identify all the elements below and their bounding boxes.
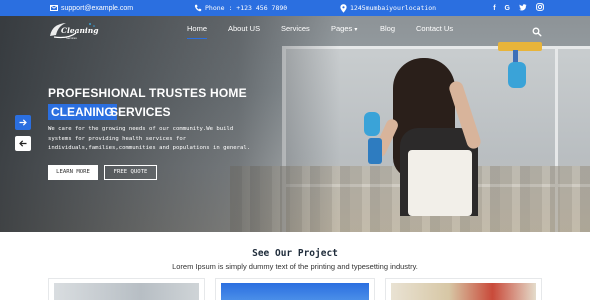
hero-description-line: individuals,families,communities and pop… — [48, 145, 251, 151]
arrow-left-icon — [19, 140, 27, 147]
nav-blog[interactable]: Blog — [380, 16, 395, 42]
hero-description-line: systems for providing health services fo… — [48, 135, 187, 142]
phone-contact[interactable]: Phone : +123 456 7890 — [194, 0, 287, 16]
nav-about[interactable]: About US — [228, 16, 260, 42]
slider-prev-button[interactable] — [15, 136, 31, 151]
svg-text:Services: Services — [66, 36, 77, 40]
svg-text:Cleaning: Cleaning — [61, 26, 98, 35]
squeegee — [498, 42, 542, 51]
hero-headline-rest: SERVICES — [110, 105, 171, 119]
email-text: support@example.com — [61, 4, 134, 12]
project-image — [54, 283, 199, 300]
social-links: f G — [493, 0, 544, 16]
instagram-icon[interactable] — [536, 3, 544, 13]
envelope-icon — [50, 5, 58, 11]
email-contact[interactable]: support@example.com — [50, 0, 133, 16]
nav-contact[interactable]: Contact Us — [416, 16, 453, 42]
phone-icon — [194, 4, 202, 12]
project-card[interactable] — [215, 278, 375, 300]
hero-overlay — [0, 16, 340, 232]
nav-home[interactable]: Home — [187, 16, 208, 42]
twitter-icon[interactable] — [519, 3, 527, 13]
nav-pages-label: Pages — [331, 24, 353, 33]
project-card[interactable] — [48, 278, 205, 300]
spray-bottle — [368, 138, 382, 164]
project-image — [221, 283, 369, 300]
facebook-icon[interactable]: f — [493, 5, 495, 12]
arrow-right-icon — [19, 119, 27, 126]
top-info-bar: support@example.com Phone : +123 456 789… — [0, 0, 590, 16]
section-subtitle: Lorem Ipsum is simply dummy text of the … — [172, 262, 418, 271]
slider-next-button[interactable] — [15, 115, 31, 130]
glove — [508, 62, 526, 88]
location-contact[interactable]: 1245mumbaiyourlocation — [340, 0, 436, 16]
project-image — [391, 283, 536, 300]
nav-pages[interactable]: Pages ▾ — [331, 16, 357, 42]
brand-logo[interactable]: Cleaning Services — [46, 20, 104, 42]
location-pin-icon — [340, 3, 347, 13]
cleaner-apron — [408, 150, 472, 216]
chevron-down-icon: ▾ — [354, 27, 358, 33]
google-icon[interactable]: G — [505, 5, 510, 12]
hero-banner — [0, 16, 590, 232]
learn-more-button[interactable]: LEARN MORE — [48, 165, 98, 180]
location-text: 1245mumbaiyourlocation — [350, 4, 437, 12]
nav-services[interactable]: Services — [281, 16, 310, 42]
free-quote-button[interactable]: FREE QUOTE — [104, 165, 157, 180]
hero-headline-highlight: CLEANING — [48, 104, 117, 120]
search-icon[interactable] — [532, 24, 542, 37]
hero-description-line: We care for the growing needs of our com… — [48, 126, 234, 132]
glove — [364, 112, 380, 136]
hero-description: We care for the growing needs of our com… — [48, 125, 268, 154]
hero-headline: PROFESHIONAL TRUSTES HOME — [48, 86, 247, 100]
section-title: See Our Project — [252, 248, 338, 259]
project-card[interactable] — [385, 278, 542, 300]
phone-text: Phone : +123 456 7890 — [205, 4, 288, 12]
